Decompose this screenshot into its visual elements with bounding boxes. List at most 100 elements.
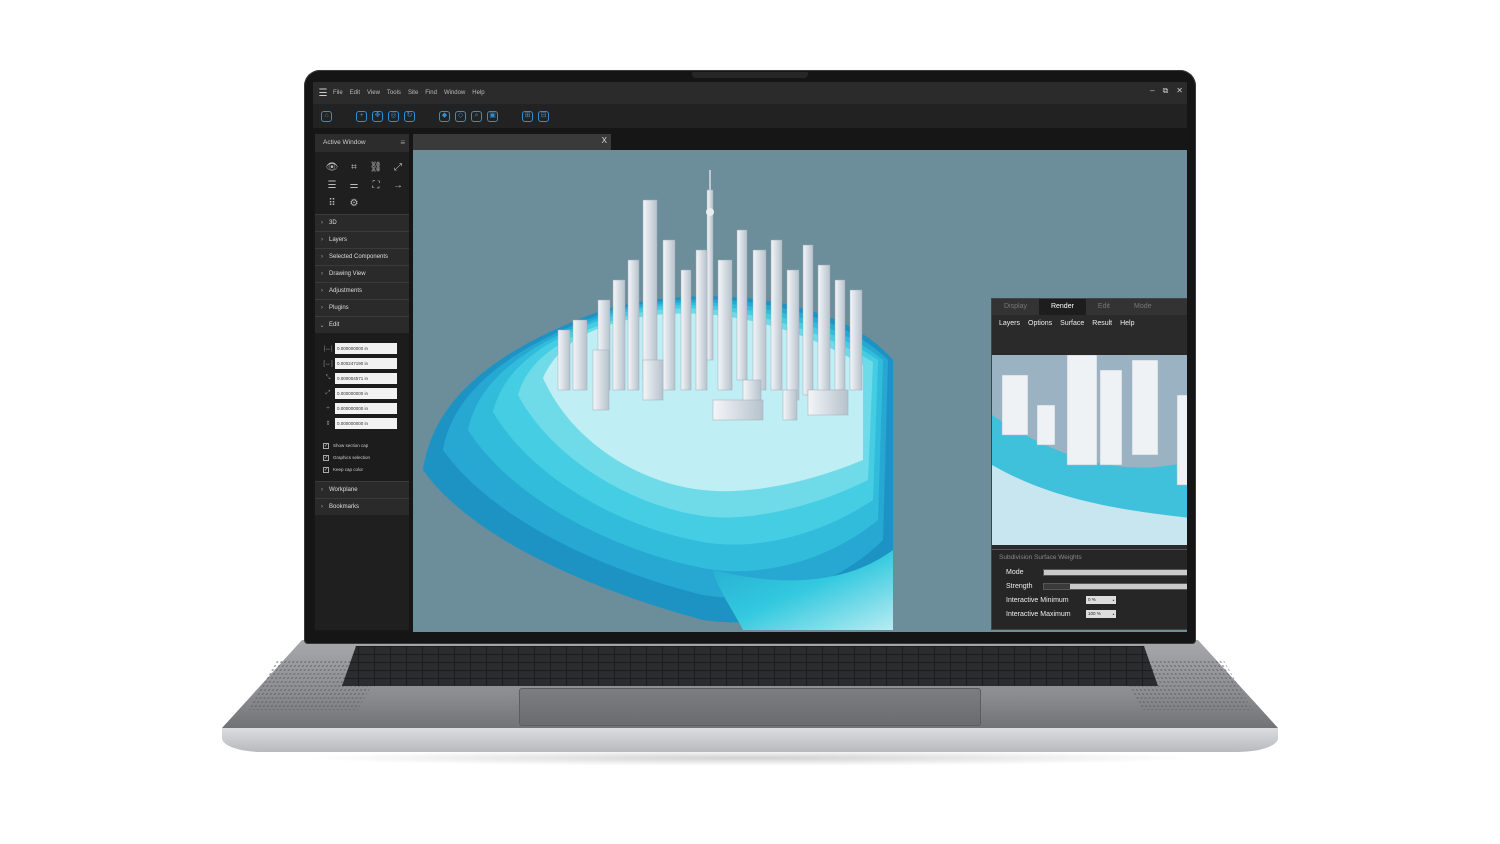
section-3d[interactable]: › 3D: [315, 214, 409, 231]
chevron-right-icon: ›: [321, 254, 323, 260]
orbit-icon[interactable]: ◎: [388, 110, 399, 122]
expand-icon[interactable]: ⤢: [387, 158, 409, 176]
pan-icon[interactable]: ✥: [372, 110, 383, 122]
menu-view[interactable]: View: [367, 90, 380, 96]
menu-result[interactable]: Result: [1092, 320, 1112, 327]
edit-field-1[interactable]: [335, 343, 397, 354]
mode-label: Mode: [1006, 568, 1024, 576]
section-edit[interactable]: ⌄ Edit: [315, 316, 409, 333]
edit-field-3[interactable]: [335, 373, 397, 384]
interactive-min-label: Interactive Minimum: [1006, 596, 1069, 604]
arrow-right-icon[interactable]: →: [387, 176, 409, 194]
section-bookmarks[interactable]: › Bookmarks: [315, 498, 409, 515]
tab-render[interactable]: Render: [1038, 299, 1086, 315]
sliders-icon[interactable]: ⚌: [343, 176, 365, 194]
tab-edit[interactable]: Edit: [1086, 299, 1122, 315]
mode-select[interactable]: [1043, 568, 1187, 576]
laptop-front-edge: [222, 728, 1278, 752]
menu-options[interactable]: Options: [1028, 320, 1052, 327]
edit-field-row: [↔]: [321, 356, 405, 371]
tower-sphere: [706, 208, 714, 216]
tab-display[interactable]: Display: [992, 299, 1039, 315]
render-panel-menu: Layers Options Surface Result Help: [992, 315, 1187, 332]
edit-field-row: ÷: [321, 401, 405, 416]
link-icon[interactable]: ⛓: [365, 158, 387, 176]
section-selected-components[interactable]: › Selected Components: [315, 248, 409, 265]
render-panel: Display Render Edit Mode Layers Options …: [991, 298, 1187, 630]
checkbox-label: Keep cap color: [333, 467, 364, 472]
section-icon[interactable]: ⊟: [538, 110, 549, 122]
settings-icon[interactable]: ⚙: [343, 194, 365, 212]
minimize-button[interactable]: –: [1150, 86, 1154, 96]
section-adjustments[interactable]: › Adjustments: [315, 282, 409, 299]
edit-section-body: |↔| [↔] ⤡ ⤢ ÷ ⇕ ✓ Show section cap ✓ Graph…: [315, 333, 409, 481]
section-label: Workplane: [329, 487, 358, 493]
menu-surface[interactable]: Surface: [1060, 320, 1084, 327]
chevron-right-icon: ›: [321, 271, 323, 277]
zoom-extents-icon[interactable]: +: [356, 110, 367, 122]
menu-help[interactable]: Help: [472, 90, 484, 96]
width-icon: |↔|: [323, 345, 333, 352]
grid-icon[interactable]: ⠿: [321, 194, 343, 212]
edit-field-5[interactable]: [335, 403, 397, 414]
tab-mode[interactable]: Mode: [1122, 299, 1164, 315]
checkbox-show-section-cap[interactable]: ✓ Show section cap: [321, 440, 405, 451]
section-plugins[interactable]: › Plugins: [315, 299, 409, 316]
menu-bar: ☰ File Edit View Tools Site Find Window …: [313, 82, 1187, 104]
height-icon: ÷: [326, 405, 330, 412]
checkbox-checked-icon: ✓: [323, 466, 329, 473]
menu-edit[interactable]: Edit: [350, 90, 360, 96]
chevron-right-icon: ›: [321, 504, 323, 510]
menu-find[interactable]: Find: [425, 90, 437, 96]
eye-icon[interactable]: 👁: [321, 158, 343, 176]
edit-field-2[interactable]: [335, 358, 397, 369]
section-drawing-view[interactable]: › Drawing View: [315, 265, 409, 282]
restore-button[interactable]: ⧉: [1163, 86, 1169, 96]
hamburger-menu-icon[interactable]: ☰: [313, 88, 333, 99]
chevron-right-icon: ›: [321, 237, 323, 243]
measure-icon[interactable]: ⊞: [522, 110, 533, 122]
home-icon[interactable]: ⌂: [321, 110, 332, 122]
3d-viewport[interactable]: Display Render Edit Mode Layers Options …: [413, 150, 1187, 632]
checkbox-checked-icon: ✓: [323, 454, 329, 461]
section-label: Adjustments: [329, 288, 363, 294]
edit-field-6[interactable]: [335, 418, 397, 429]
section-label: Drawing View: [329, 271, 366, 277]
chevron-right-icon: ›: [321, 220, 323, 226]
checkbox-keep-cap-color[interactable]: ✓ Keep cap color: [321, 464, 405, 475]
chevron-right-icon: ›: [321, 487, 323, 493]
subdivision-properties: Subdivision Surface Weights Mode Strengt…: [992, 549, 1187, 629]
fly-icon[interactable]: ◇: [455, 110, 466, 122]
strength-slider[interactable]: [1043, 582, 1187, 590]
panel-menu-icon[interactable]: ≡: [400, 134, 405, 152]
strength-label: Strength: [1006, 582, 1033, 590]
menu-layers[interactable]: Layers: [999, 320, 1020, 327]
interactive-max-spinbox[interactable]: 100 %: [1086, 610, 1116, 618]
rotate-icon[interactable]: ↻: [404, 110, 415, 122]
interactive-min-spinbox[interactable]: 0 %: [1086, 596, 1116, 604]
close-tab-button[interactable]: X: [602, 136, 607, 145]
zoom-window-icon[interactable]: ▣: [487, 110, 498, 122]
depth-icon: [↔]: [323, 360, 333, 367]
document-tab[interactable]: X: [413, 134, 611, 151]
zoom-icon[interactable]: ⌕: [471, 110, 482, 122]
menu-site[interactable]: Site: [408, 90, 418, 96]
edit-field-row: |↔|: [321, 341, 405, 356]
section-workplane[interactable]: › Workplane: [315, 481, 409, 498]
close-window-button[interactable]: ✕: [1176, 86, 1183, 96]
walk-icon[interactable]: ◆: [439, 110, 450, 122]
list-icon[interactable]: ☰: [321, 176, 343, 194]
edit-field-row: ⇕: [321, 416, 405, 431]
collapse-icon[interactable]: ⛶: [365, 176, 387, 194]
menu-file[interactable]: File: [333, 90, 343, 96]
webcam: [692, 72, 808, 78]
render-panel-toolbar: ⚡ ❐ ▷ 🖵: [992, 332, 1187, 354]
crop-icon[interactable]: ⌗: [343, 158, 365, 176]
menu-tools[interactable]: Tools: [387, 90, 401, 96]
menu-window[interactable]: Window: [444, 90, 465, 96]
diagonal-icon: ⤢: [325, 390, 331, 396]
section-layers[interactable]: › Layers: [315, 231, 409, 248]
edit-field-4[interactable]: [335, 388, 397, 399]
checkbox-graphics-selection[interactable]: ✓ Graphics selection: [321, 452, 405, 463]
menu-help[interactable]: Help: [1120, 320, 1134, 327]
